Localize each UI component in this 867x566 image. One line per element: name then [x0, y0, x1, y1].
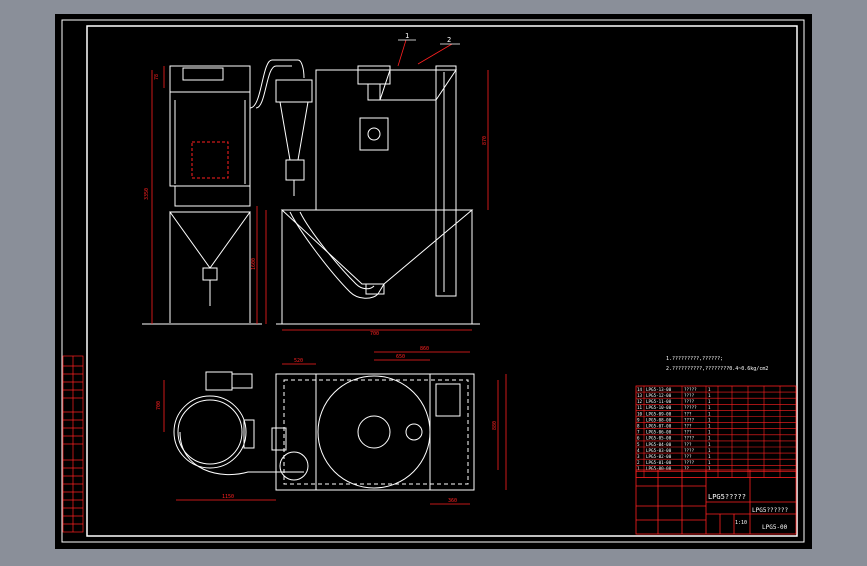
bom-cell: 14 — [637, 387, 643, 392]
title-text: LPG5????? — [708, 493, 746, 501]
bom-cell: ????? — [684, 387, 697, 392]
dim-label: 3350 — [144, 188, 150, 200]
note-line-2: 2.??????????,????????0.4~0.6kg/cm2 — [666, 366, 768, 372]
note-line-1: 1.?????????,??????; — [666, 356, 723, 362]
cad-drawing-viewport[interactable]: 78 3350 1600 870 700 1 2 520 860 650 700… — [0, 0, 867, 562]
dim-label: 650 — [396, 354, 405, 360]
bom-cell: LPG5-07-00 — [646, 424, 672, 429]
bom-cell: ???? — [684, 399, 695, 404]
bom-cell: LPG5-08-00 — [646, 417, 672, 422]
dim-label: 700 — [370, 331, 379, 337]
dim-label: 1150 — [222, 494, 234, 500]
dim-label: 1600 — [251, 258, 257, 270]
balloon-1: 1 — [405, 32, 409, 40]
dim-label: 520 — [294, 358, 303, 364]
bom-cell: ??? — [684, 442, 692, 447]
bom-cell: LPG5-09-00 — [646, 411, 672, 416]
drawing-number: LPG5-00 — [762, 524, 788, 531]
dim-label: 880 — [492, 421, 498, 430]
subtitle-text: LPG5?????? — [752, 507, 789, 514]
bom-cell: ???? — [684, 417, 695, 422]
bom-cell: ??? — [684, 430, 692, 435]
bom-cell: ???? — [684, 393, 695, 398]
bom-cell: ????? — [684, 405, 697, 410]
bom-cell: 10 — [637, 411, 643, 416]
dim-label: 700 — [156, 401, 162, 410]
balloon-2: 2 — [447, 36, 451, 44]
bom-cell: LPG5-03-00 — [646, 448, 672, 453]
bom-cell: LPG5-06-00 — [646, 430, 672, 435]
drawing-sheet — [55, 14, 812, 549]
bom-cell: LPG5-12-00 — [646, 393, 672, 398]
bom-cell: LPG5-00-00 — [646, 466, 672, 471]
bom-cell: LPG5-01-00 — [646, 460, 672, 465]
bom-cell: 13 — [637, 393, 643, 398]
bom-cell: ???? — [684, 448, 695, 453]
dim-label: 360 — [448, 498, 457, 504]
bom-cell: ??? — [684, 411, 692, 416]
bom-cell: LPG5-04-00 — [646, 442, 672, 447]
bom-cell: LPG5-13-00 — [646, 387, 672, 392]
bom-cell: ???? — [684, 436, 695, 441]
dim-label: 870 — [482, 136, 488, 145]
bom-cell: 12 — [637, 399, 643, 404]
bom-cell: 11 — [637, 405, 643, 410]
bom-cell: LPG5-05-00 — [646, 436, 672, 441]
bom-cell: LPG5-02-00 — [646, 454, 672, 459]
bom-cell: LPG5-11-00 — [646, 399, 672, 404]
dim-label: 78 — [154, 74, 160, 80]
bom-cell: LPG5-10-00 — [646, 405, 672, 410]
scale-text: 1:10 — [735, 520, 747, 526]
bom-cell: ??? — [684, 424, 692, 429]
bom-cell: ???? — [684, 460, 695, 465]
bom-cell: ??? — [684, 454, 692, 459]
bom-cell: ?? — [684, 466, 690, 471]
drawing-canvas: 78 3350 1600 870 700 1 2 520 860 650 700… — [55, 14, 812, 549]
dim-label: 860 — [420, 346, 429, 352]
